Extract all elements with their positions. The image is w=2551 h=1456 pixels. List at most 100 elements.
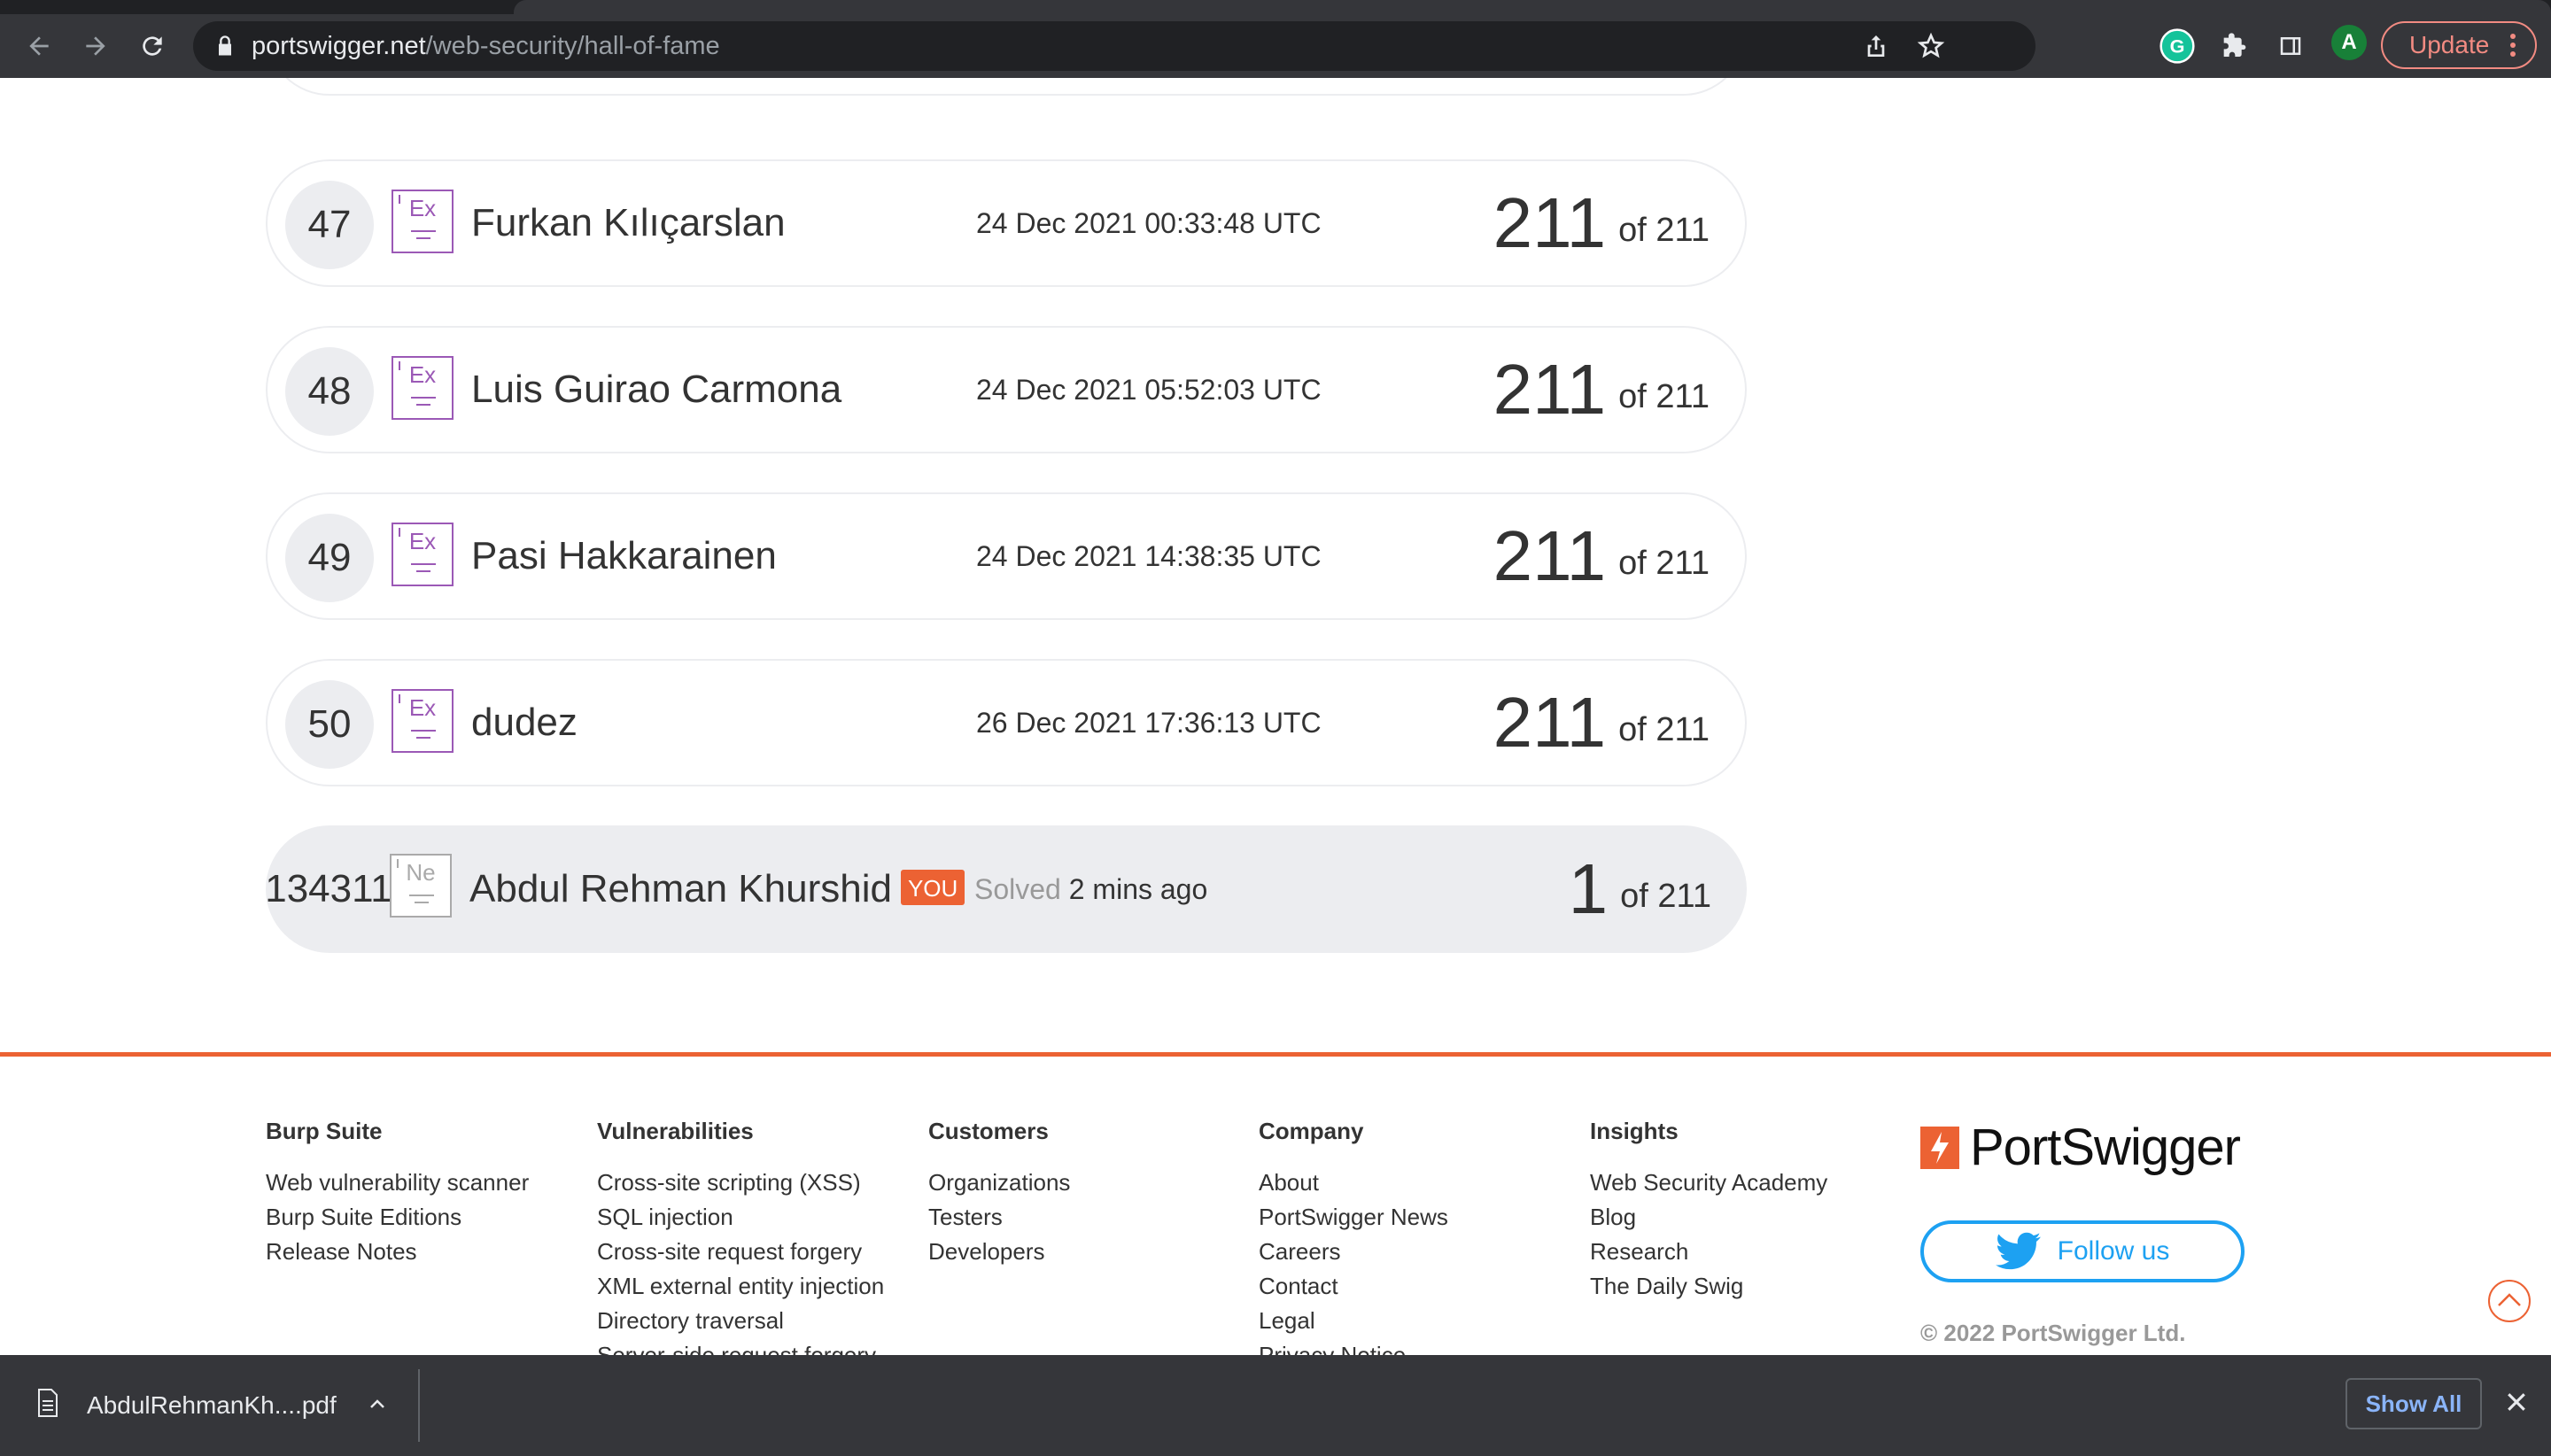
active-tab[interactable] — [514, 0, 2551, 14]
footer-link[interactable]: Directory traversal — [597, 1304, 884, 1338]
badge-code: Ne — [406, 859, 436, 886]
you-badge: YOU — [900, 870, 965, 906]
rank-number: 134311 — [265, 867, 392, 910]
footer-heading: Burp Suite — [266, 1118, 383, 1144]
footer-heading: Insights — [1590, 1118, 1679, 1144]
footer-link[interactable]: The Daily Swig — [1590, 1269, 1827, 1304]
download-item[interactable]: AbdulRehmanKh....pdf — [0, 1355, 418, 1456]
footer-link[interactable]: Web Security Academy — [1590, 1166, 1827, 1200]
footer-link[interactable]: Organizations — [928, 1166, 1070, 1200]
footer-column-customers: Customers Organizations Testers Develope… — [928, 1118, 1070, 1269]
portswigger-logo[interactable]: PortSwigger — [1920, 1118, 2241, 1177]
badge-code: Ex — [408, 195, 437, 221]
footer-link[interactable]: Developers — [928, 1235, 1070, 1269]
rank-number: 50 — [285, 680, 374, 769]
download-bar: AbdulRehmanKh....pdf Show All — [0, 1355, 2551, 1456]
solved-time: 2 mins ago — [1068, 873, 1208, 905]
close-icon[interactable] — [2503, 1389, 2530, 1415]
completion-date: 24 Dec 2021 05:52:03 UTC — [976, 374, 1322, 406]
reload-button[interactable] — [135, 28, 170, 64]
twitter-bird-icon — [1995, 1232, 2041, 1270]
browser-toolbar: portswigger.net/web-security/hall-of-fam… — [0, 14, 2551, 78]
chevron-up-icon[interactable] — [367, 1394, 388, 1415]
footer-link[interactable]: Privacy Notice — [1259, 1338, 1448, 1355]
footer-link[interactable]: Burp Suite Editions — [266, 1200, 529, 1235]
side-panel-icon — [2280, 37, 2301, 55]
expert-badge-icon: Ex — [392, 190, 454, 253]
user-name: dudez — [471, 701, 578, 744]
user-name: Luis Guirao Carmona — [471, 368, 842, 411]
back-button[interactable] — [21, 28, 57, 64]
grammarly-icon: G — [2159, 28, 2195, 64]
expert-badge-icon: Ex — [392, 689, 454, 753]
url-path: /web-security/hall-of-fame — [425, 32, 720, 60]
download-separator — [418, 1369, 420, 1442]
completion-date: 26 Dec 2021 17:36:13 UTC — [976, 707, 1322, 739]
bookmark-star-icon[interactable] — [1917, 32, 1945, 60]
footer-link[interactable]: Cross-site scripting (XSS) — [597, 1166, 884, 1200]
update-label: Update — [2409, 31, 2490, 58]
score: 211 of 211 — [1493, 328, 1710, 452]
footer-link[interactable]: Server-side request forgery — [597, 1338, 884, 1355]
score-value: 211 — [1493, 516, 1607, 595]
score-value: 211 — [1493, 183, 1607, 262]
download-file-name: AbdulRehmanKh....pdf — [87, 1391, 337, 1419]
forward-arrow-icon — [86, 36, 105, 56]
footer-link[interactable]: Contact — [1259, 1269, 1448, 1304]
footer-link[interactable]: Research — [1590, 1235, 1827, 1269]
footer-link[interactable]: Cross-site request forgery — [597, 1235, 884, 1269]
side-panel-button[interactable] — [2273, 28, 2308, 64]
address-bar[interactable]: portswigger.net/web-security/hall-of-fam… — [193, 21, 2035, 71]
twitter-follow-button[interactable]: Follow us — [1920, 1220, 2245, 1282]
footer-link[interactable]: Web vulnerability scanner — [266, 1166, 529, 1200]
completion-date: 24 Dec 2021 14:38:35 UTC — [976, 540, 1322, 572]
footer-column-vulnerabilities: Vulnerabilities Cross-site scripting (XS… — [597, 1118, 884, 1355]
reload-icon — [143, 36, 162, 56]
user-name: Pasi Hakkarainen — [471, 534, 777, 577]
footer-link[interactable]: Careers — [1259, 1235, 1448, 1269]
user-name: Abdul Rehman Khurshid YOU — [469, 825, 965, 953]
newbie-badge-icon: Ne — [390, 854, 452, 918]
footer-link[interactable]: About — [1259, 1166, 1448, 1200]
tab-strip — [0, 0, 2551, 14]
footer-link[interactable]: PortSwigger News — [1259, 1200, 1448, 1235]
footer-heading: Customers — [928, 1118, 1049, 1144]
extensions-button[interactable] — [2216, 28, 2252, 64]
score: 211 of 211 — [1493, 661, 1710, 785]
badge-code: Ex — [408, 694, 437, 721]
footer-link[interactable]: SQL injection — [597, 1200, 884, 1235]
footer-link[interactable]: Release Notes — [266, 1235, 529, 1269]
forward-button[interactable] — [78, 28, 113, 64]
grammarly-extension[interactable]: G — [2159, 28, 2195, 64]
footer-link[interactable]: Testers — [928, 1200, 1070, 1235]
show-all-downloads-button[interactable]: Show All — [2346, 1378, 2482, 1429]
badge-code: Ex — [408, 361, 437, 388]
user-name-text: Abdul Rehman Khurshid — [469, 867, 892, 910]
footer-heading: Company — [1259, 1118, 1364, 1144]
url-text: portswigger.net/web-security/hall-of-fam… — [252, 21, 720, 71]
logo-text: PortSwigger — [1970, 1119, 2241, 1176]
footer-link[interactable]: Legal — [1259, 1304, 1448, 1338]
score-total: of 211 — [1618, 710, 1710, 748]
completion-date: 24 Dec 2021 00:33:48 UTC — [976, 207, 1322, 239]
leaderboard-row: 47 Ex Furkan Kılıçarslan 24 Dec 2021 00:… — [266, 159, 1747, 287]
rank-number: 48 — [285, 347, 374, 436]
expert-badge-icon: Ex — [392, 523, 454, 586]
scroll-to-top-icon[interactable] — [2487, 1279, 2532, 1323]
solved-label: Solved — [974, 873, 1061, 905]
url-host: portswigger.net — [252, 32, 426, 60]
profile-avatar[interactable]: A — [2331, 25, 2367, 60]
footer-link[interactable]: Blog — [1590, 1200, 1827, 1235]
score-value: 211 — [1493, 683, 1607, 762]
footer-column-insights: Insights Web Security Academy Blog Resea… — [1590, 1118, 1827, 1304]
follow-label: Follow us — [2057, 1236, 2170, 1266]
share-icon[interactable] — [1862, 32, 1890, 60]
user-name: Furkan Kılıçarslan — [471, 201, 786, 244]
footer-column-company: Company About PortSwigger News Careers C… — [1259, 1118, 1448, 1355]
footer-column-burp-suite: Burp Suite Web vulnerability scanner Bur… — [266, 1118, 529, 1269]
score-total: of 211 — [1620, 877, 1711, 915]
footer-link[interactable]: XML external entity injection — [597, 1269, 884, 1304]
kebab-menu-icon[interactable] — [2510, 34, 2516, 57]
update-button[interactable]: Update — [2381, 21, 2537, 69]
leaderboard-row-current-user: 134311 Ne Abdul Rehman Khurshid YOU Solve… — [265, 825, 1747, 953]
